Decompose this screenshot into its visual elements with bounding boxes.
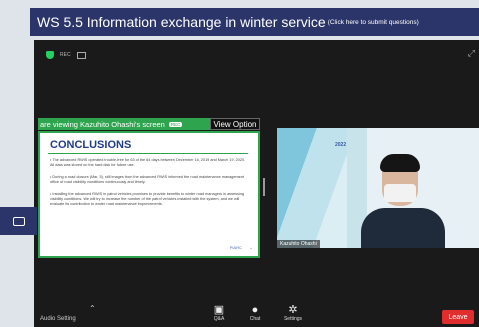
speaker-body xyxy=(361,208,445,248)
speaker-video[interactable]: 2022 Kazuhito Ohashi xyxy=(277,128,479,248)
speaker-mask xyxy=(384,184,416,202)
chat-side-tab[interactable] xyxy=(0,207,37,235)
slide-chevron-icon: ⌄ xyxy=(248,245,253,251)
recording-indicator: REC xyxy=(60,52,71,58)
qa-label: Q&A xyxy=(213,316,225,322)
leave-button[interactable]: Leave xyxy=(442,310,474,324)
slide-bullet: • During a road closure (Mar. 5), still … xyxy=(50,175,244,184)
qa-icon: ▣ xyxy=(213,304,225,316)
audio-setting-button[interactable]: Audio Setting xyxy=(40,316,76,322)
slide-bullet: • Installing the advanced RWIS in patrol… xyxy=(50,192,244,206)
event-logo: 2022 xyxy=(335,142,347,148)
speaker-hair xyxy=(380,154,420,172)
gallery-view-icon[interactable] xyxy=(76,51,86,59)
share-banner-text: are viewing Kazuhito Ohashi's screen xyxy=(40,119,165,129)
page-title: WS 5.5 Information exchange in winter se… xyxy=(37,14,326,30)
chat-bubble-icon xyxy=(12,216,25,226)
chat-button[interactable]: ● Chat xyxy=(240,304,270,322)
slide-divider xyxy=(48,153,248,154)
share-rec-badge: REC xyxy=(168,121,183,127)
chat-icon: ● xyxy=(251,304,259,316)
webinar-header[interactable]: WS 5.5 Information exchange in winter se… xyxy=(30,8,479,36)
gear-icon: ✲ xyxy=(288,304,298,316)
piarc-logo: PIARC xyxy=(229,245,242,250)
audio-chevron-up-icon[interactable]: ⌃ xyxy=(89,304,96,313)
submit-questions-link[interactable]: (Click here to submit questions) xyxy=(328,19,419,26)
settings-button[interactable]: ✲ Settings xyxy=(278,304,308,322)
shared-slide: CONCLUSIONS • The advanced RWIS operated… xyxy=(38,131,260,258)
settings-label: Settings xyxy=(283,316,303,322)
encryption-shield-icon[interactable] xyxy=(46,51,54,59)
fullscreen-icon[interactable]: ⤢ xyxy=(468,48,475,59)
slide-title: CONCLUSIONS xyxy=(50,139,132,151)
slide-bullet: • The advanced RWIS operated trouble-fre… xyxy=(50,158,246,167)
chat-label: Chat xyxy=(249,316,261,322)
participant-name-tag: Kazuhito Ohashi xyxy=(277,240,320,248)
meeting-topbar: REC xyxy=(34,40,479,70)
split-view-handle[interactable] xyxy=(263,178,265,196)
zoom-meeting-window: REC ⤢ are viewing Kazuhito Ohashi's scre… xyxy=(34,40,479,327)
view-option-button[interactable]: View Option xyxy=(210,118,260,130)
meeting-toolbar: ⌃ Audio Setting ▣ Q&A ● Chat ✲ Settings … xyxy=(34,302,479,327)
qa-button[interactable]: ▣ Q&A xyxy=(204,304,234,322)
